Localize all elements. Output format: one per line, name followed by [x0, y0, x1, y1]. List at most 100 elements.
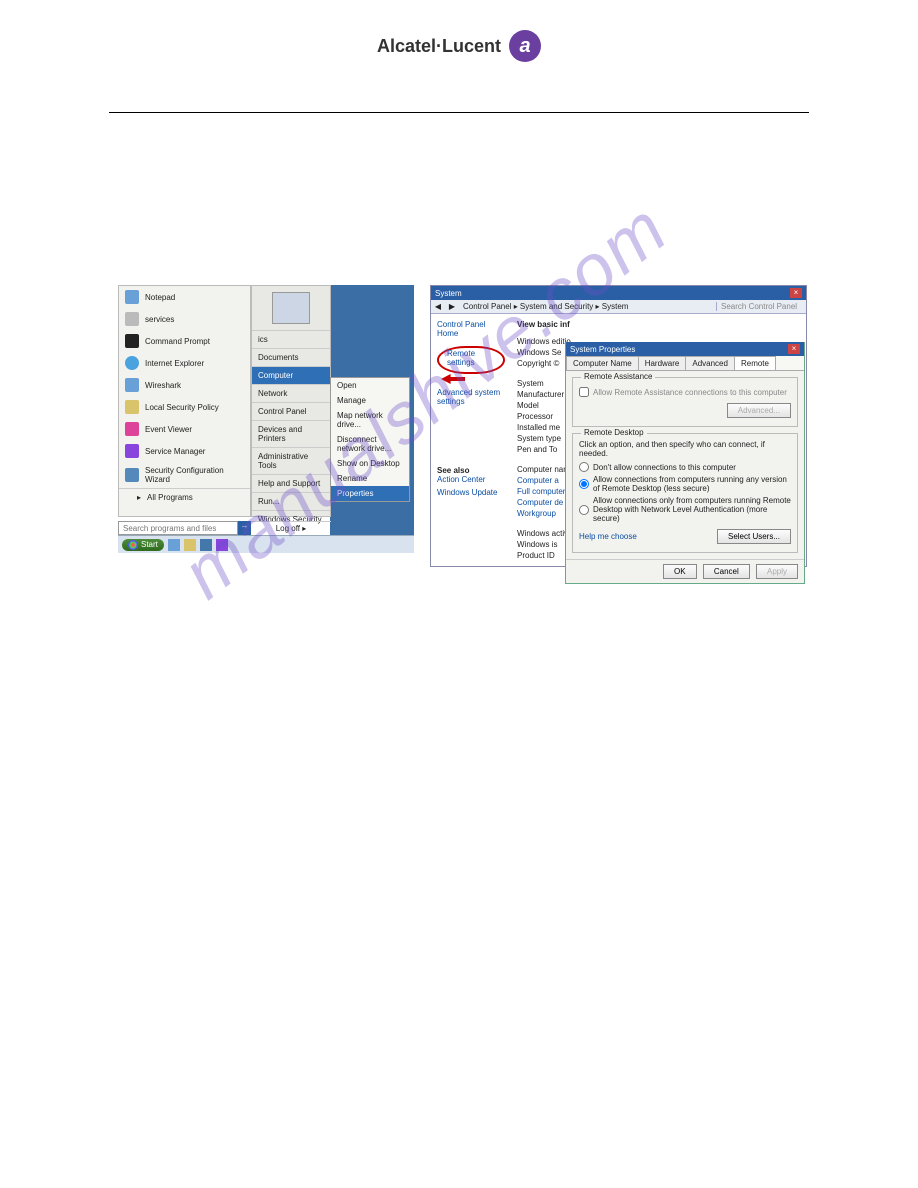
ctx-properties[interactable]: Properties [331, 486, 409, 501]
system-window-titlebar: System × [431, 286, 806, 300]
notepad-icon [125, 290, 139, 304]
computer-context-menu: Open Manage Map network drive... Disconn… [330, 377, 410, 502]
nav-fwd-icon[interactable]: ▶ [445, 302, 459, 311]
taskbar-icon-1[interactable] [168, 539, 180, 551]
system-properties-dialog: System Properties × Computer Name Hardwa… [565, 342, 805, 584]
header-divider [109, 112, 809, 113]
screenshot-start-menu: Notepad services Command Prompt Internet… [118, 285, 414, 553]
ctx-show-desktop[interactable]: Show on Desktop [331, 456, 409, 471]
start-item-ie[interactable]: Internet Explorer [119, 352, 250, 374]
start-devices[interactable]: Devices and Printers [252, 420, 330, 447]
start-network[interactable]: Network [252, 384, 330, 402]
highlight-arrow-icon [441, 374, 465, 384]
services-icon [125, 312, 139, 326]
start-button[interactable]: Start [122, 539, 164, 551]
tab-remote[interactable]: Remote [734, 356, 776, 370]
ctx-rename[interactable]: Rename [331, 471, 409, 486]
brand-text-a: Alcatel [377, 36, 436, 57]
ctx-manage[interactable]: Manage [331, 393, 409, 408]
computer-large-icon [272, 292, 310, 324]
ctx-map-drive[interactable]: Map network drive... [331, 408, 409, 432]
ra-checkbox-input[interactable] [579, 387, 589, 397]
start-item-servicemanager[interactable]: Service Manager [119, 440, 250, 462]
eventviewer-icon [125, 422, 139, 436]
start-documents[interactable]: Documents [252, 348, 330, 366]
remote-settings-highlight: Remote settings [437, 346, 505, 374]
tab-computer-name[interactable]: Computer Name [566, 356, 639, 370]
ctx-disconnect-drive[interactable]: Disconnect network drive... [331, 432, 409, 456]
ok-button[interactable]: OK [663, 564, 697, 579]
start-control-panel[interactable]: Control Panel [252, 402, 330, 420]
taskbar-icon-3[interactable] [200, 539, 212, 551]
ra-group-title: Remote Assistance [581, 372, 655, 381]
start-item-notepad[interactable]: Notepad [119, 286, 250, 308]
search-go-icon[interactable]: → [238, 521, 251, 535]
cp-home-link[interactable]: Control Panel Home [437, 320, 505, 338]
start-help[interactable]: Help and Support [252, 474, 330, 492]
rd-group-title: Remote Desktop [581, 428, 647, 437]
scw-icon [125, 468, 139, 482]
tab-advanced[interactable]: Advanced [685, 356, 735, 370]
select-users-button[interactable]: Select Users... [717, 529, 791, 544]
start-right-column: ics Documents Computer Network Control P… [251, 285, 331, 517]
cmd-icon [125, 334, 139, 348]
sysprops-title: System Properties [570, 345, 635, 354]
action-center-link[interactable]: Action Center [437, 475, 505, 484]
remote-assistance-group: Remote Assistance Allow Remote Assistanc… [572, 377, 798, 427]
start-search-input[interactable] [118, 521, 238, 535]
sysprops-tabs: Computer Name Hardware Advanced Remote [566, 356, 804, 371]
policy-icon [125, 400, 139, 414]
screenshot-system-properties: System × ◀ ▶ Control Panel ▸ System and … [430, 285, 807, 567]
start-admin-tools[interactable]: Administrative Tools [252, 447, 330, 474]
nav-back-icon[interactable]: ◀ [431, 302, 445, 311]
brand-logo-icon: a [509, 30, 541, 62]
remote-settings-link[interactable]: Remote settings [447, 349, 495, 367]
advanced-settings-link[interactable]: Advanced system settings [437, 388, 505, 406]
tab-hardware[interactable]: Hardware [638, 356, 687, 370]
start-run[interactable]: Run... [252, 492, 330, 510]
start-item-eventviewer[interactable]: Event Viewer [119, 418, 250, 440]
brand-header: Alcatel·Lucent a [0, 0, 918, 62]
start-item-services[interactable]: services [119, 308, 250, 330]
close-icon[interactable]: × [790, 288, 802, 298]
help-me-choose-link[interactable]: Help me choose [579, 532, 637, 541]
cancel-button[interactable]: Cancel [703, 564, 750, 579]
screenshot-row: Notepad services Command Prompt Internet… [118, 285, 807, 567]
ra-allow-checkbox[interactable]: Allow Remote Assistance connections to t… [579, 387, 791, 397]
start-item-scw[interactable]: Security Configuration Wizard [119, 462, 250, 488]
start-user[interactable]: ics [252, 330, 330, 348]
servicemanager-icon [125, 444, 139, 458]
ra-advanced-button[interactable]: Advanced... [727, 403, 791, 418]
cp-left-pane: Control Panel Home Remote settings Advan… [431, 314, 511, 566]
start-left-column: Notepad services Command Prompt Internet… [118, 285, 251, 517]
start-search-row: → [118, 521, 251, 535]
taskbar-icon-4[interactable] [216, 539, 228, 551]
apply-button[interactable]: Apply [756, 564, 798, 579]
sysprops-close-icon[interactable]: × [788, 344, 800, 354]
windows-update-link[interactable]: Windows Update [437, 488, 505, 497]
remote-desktop-group: Remote Desktop Click an option, and then… [572, 433, 798, 553]
ie-icon [125, 356, 139, 370]
view-basic-heading: View basic inf [517, 320, 800, 329]
cp-search-input[interactable]: Search Control Panel [716, 302, 806, 311]
address-bar: ◀ ▶ Control Panel ▸ System and Security … [431, 300, 806, 314]
rd-option-allow-any[interactable]: Allow connections from computers running… [579, 475, 791, 493]
start-all-programs[interactable]: ▸ All Programs [119, 488, 250, 506]
sysprops-titlebar: System Properties × [566, 342, 804, 356]
rd-option-dont-allow[interactable]: Don't allow connections to this computer [579, 462, 791, 472]
start-item-cmd[interactable]: Command Prompt [119, 330, 250, 352]
taskbar-icon-2[interactable] [184, 539, 196, 551]
start-item-lsp[interactable]: Local Security Policy [119, 396, 250, 418]
wireshark-icon [125, 378, 139, 392]
brand-text-b: Lucent [442, 36, 501, 57]
see-also-heading: See also [437, 466, 505, 475]
ctx-open[interactable]: Open [331, 378, 409, 393]
sysprops-buttons: OK Cancel Apply [566, 559, 804, 583]
rd-option-allow-nla[interactable]: Allow connections only from computers ru… [579, 496, 791, 523]
breadcrumb[interactable]: Control Panel ▸ System and Security ▸ Sy… [459, 302, 716, 311]
start-item-wireshark[interactable]: Wireshark [119, 374, 250, 396]
logoff-button[interactable]: Log off ▸ [251, 521, 331, 535]
taskbar: Start [118, 535, 414, 553]
system-window-title: System [435, 289, 462, 298]
start-computer[interactable]: Computer [252, 366, 330, 384]
